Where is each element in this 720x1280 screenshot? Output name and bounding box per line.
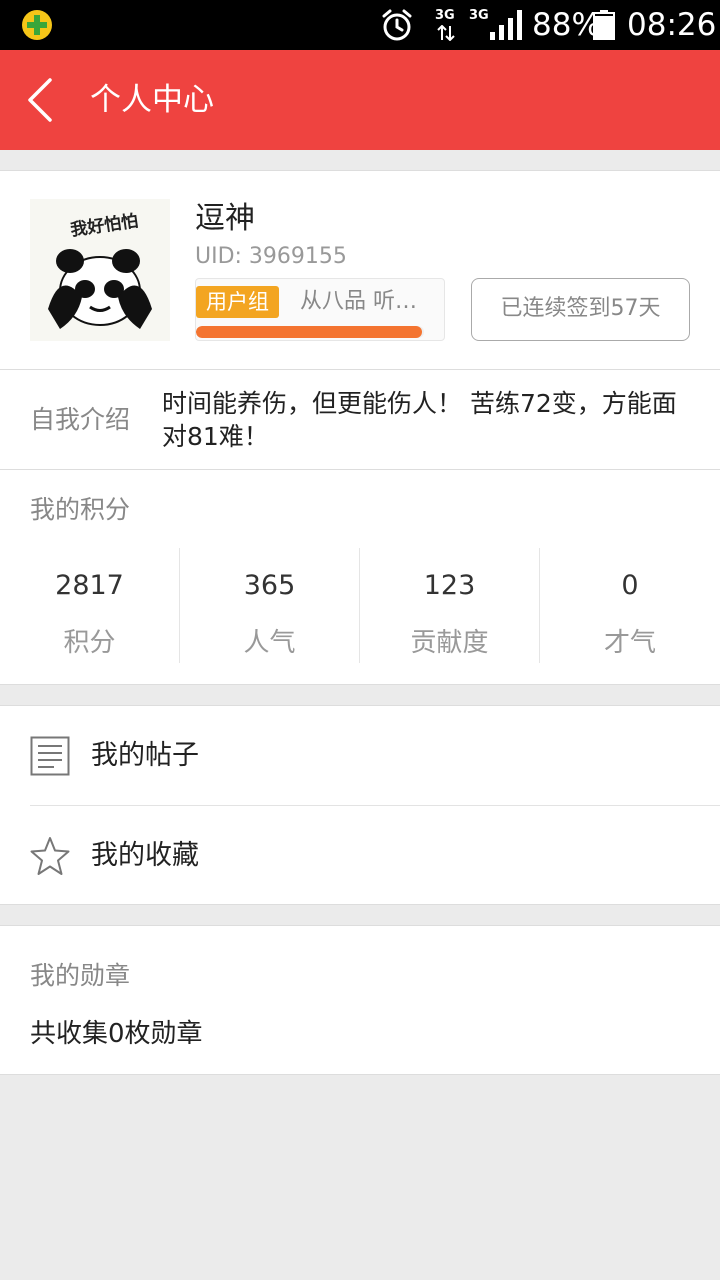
panda-meme-icon [48,249,152,329]
stat-value: 0 [621,570,639,601]
stat-points[interactable]: 2817 积分 [0,548,180,663]
menu-label: 我的收藏 [91,840,199,871]
intro-text: 时间能养伤，但更能伤人！ 苦练72变，方能面对81难！ [162,389,677,451]
stat-value: 2817 [55,570,124,601]
status-bar: 3G 3G 88% 08:26 [0,0,720,50]
alarm-icon [382,9,412,41]
user-id: UID: 3969155 [195,244,347,269]
medals-title: 我的勋章 [30,961,131,990]
signal-icon [490,10,522,40]
stat-talent[interactable]: 0 才气 [540,548,720,663]
network-type-1: 3G [435,8,455,23]
user-group-rank: 从八品 听… [300,289,417,314]
medals-section[interactable]: 我的勋章 共收集0枚勋章 [0,925,720,1075]
stat-label: 才气 [603,628,656,658]
menu-label: 我的帖子 [91,740,199,771]
stat-value: 365 [243,570,296,601]
username: 逗神 [195,201,255,236]
app-header: 个人中心 [0,50,720,150]
app-notification-icon [22,10,52,40]
medals-summary: 共收集0枚勋章 [30,1019,203,1049]
menu-list: 我的帖子 我的收藏 [0,705,720,905]
battery-percent: 88% [532,7,601,43]
stat-label: 人气 [243,628,296,658]
menu-item-my-favorites[interactable]: 我的收藏 [0,806,720,906]
clock: 08:26 [627,7,717,43]
stat-contribution[interactable]: 123 贡献度 [360,548,540,663]
star-icon [30,837,70,875]
stat-label: 贡献度 [410,628,489,658]
user-group-box[interactable]: 用户组 从八品 听… [195,278,445,341]
experience-progress-bar [196,326,424,338]
data-arrows-icon [437,25,455,41]
page-title: 个人中心 [90,82,214,118]
back-arrow-icon[interactable] [22,78,62,122]
avatar[interactable]: 我好怕怕 [30,199,170,341]
profile-card: 我好怕怕 逗神 UID: 3969155 用户组 从八品 听… 已连续签到57天 [0,170,720,370]
battery-icon [593,10,615,40]
points-title: 我的积分 [30,495,131,524]
experience-progress-fill [196,326,422,338]
intro-label: 自我介绍 [30,405,131,434]
document-icon [30,736,70,776]
stat-value: 123 [423,570,476,601]
points-section: 我的积分 2817 积分 365 人气 123 贡献度 0 才气 [0,470,720,685]
stat-label: 积分 [63,628,116,658]
checkin-button[interactable]: 已连续签到57天 [471,278,690,341]
menu-item-my-posts[interactable]: 我的帖子 [0,706,720,806]
user-group-badge: 用户组 [196,286,279,318]
stat-popularity[interactable]: 365 人气 [180,548,360,663]
self-introduction: 自我介绍 时间能养伤，但更能伤人！ 苦练72变，方能面对81难！ [0,370,720,470]
network-type-2: 3G [469,8,489,23]
